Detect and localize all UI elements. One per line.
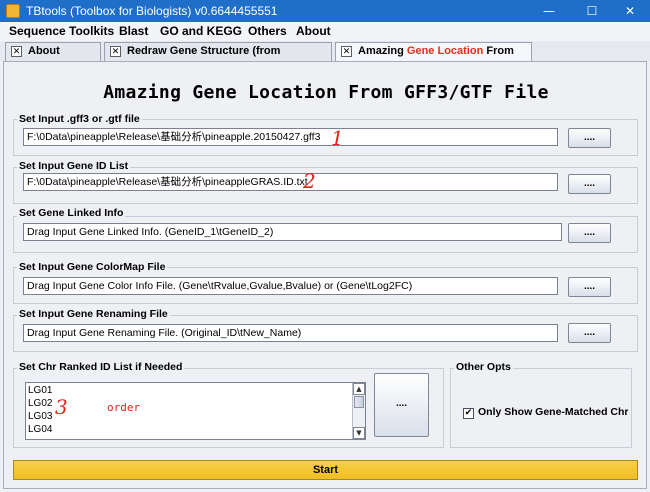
scroll-down-arrow-icon[interactable]: ▼ [353,427,365,439]
title-bar: TBtools (Toolbox for Biologists) v0.6644… [0,0,650,22]
scroll-up-arrow-icon[interactable]: ▲ [353,383,365,395]
renaming-browse-button[interactable]: .... [568,323,611,343]
tab-label-prefix: Amazing [358,45,407,57]
minimize-button[interactable]: — [529,0,569,22]
menu-go-and-kegg[interactable]: GO and KEGG [160,24,242,39]
chr-ranked-browse-button[interactable]: .... [374,373,429,437]
list-item[interactable]: LG03 [28,411,52,423]
list-scrollbar[interactable]: ▲ ▼ [352,383,365,439]
linked-info-field[interactable]: Drag Input Gene Linked Info. (GeneID_1\t… [23,223,562,241]
main-panel: Amazing Gene Location From GFF3/GTF File… [3,61,647,489]
tab-redraw-gene-structure[interactable]: ✕ Redraw Gene Structure (from GTF/GFF3 F… [104,42,332,74]
gene-id-list-label: Set Input Gene ID List [17,160,131,172]
tab-close-icon[interactable]: ✕ [11,46,22,57]
list-item[interactable]: LG01 [28,385,52,397]
other-opts-label: Other Opts [454,361,513,373]
annotation-3: 3 [55,395,68,419]
app-icon [6,4,20,18]
tab-about-tbtools[interactable]: ✕ About TBtools [5,42,101,74]
tab-label-highlight: Gene Location [406,45,484,57]
maximize-button[interactable]: ☐ [572,0,612,22]
gene-id-list-browse-button[interactable]: .... [568,174,611,194]
close-window-button[interactable]: ✕ [610,0,650,22]
menu-bar: Sequence Toolkits Blast GO and KEGG Othe… [0,22,650,41]
menu-sequence-toolkits[interactable]: Sequence Toolkits [9,24,114,39]
gene-id-list-field[interactable]: F:\0Data\pineapple\Release\基础分析\pineappl… [23,173,558,191]
chr-ranked-label: Set Chr Ranked ID List if Needed [17,361,185,373]
page-title: Amazing Gene Location From GFF3/GTF File [103,82,549,103]
linked-info-label: Set Gene Linked Info [17,207,126,219]
only-matched-chr-checkbox[interactable]: ✔ [463,408,474,419]
window-title: TBtools (Toolbox for Biologists) v0.6644… [26,4,278,18]
tab-close-icon[interactable]: ✕ [341,46,352,57]
gff-path-field[interactable]: F:\0Data\pineapple\Release\基础分析\pineappl… [23,128,558,146]
menu-blast[interactable]: Blast [119,24,148,39]
list-item[interactable]: LG04 [28,424,52,436]
renaming-field[interactable]: Drag Input Gene Renaming File. (Original… [23,324,558,342]
start-button[interactable]: Start [13,460,638,480]
tab-strip: ✕ About TBtools ✕ Redraw Gene Structure … [0,41,650,74]
renaming-label: Set Input Gene Renaming File [17,308,170,320]
menu-about[interactable]: About [296,24,331,39]
colormap-label: Set Input Gene ColorMap File [17,261,168,273]
annotation-order: order [107,401,141,414]
linked-info-browse-button[interactable]: .... [568,223,611,243]
annotation-2: 2 [303,169,316,193]
scroll-thumb[interactable] [354,396,364,408]
colormap-browse-button[interactable]: .... [568,277,611,297]
tab-amazing-gene-location[interactable]: ✕ Amazing Gene Location From GTF/GFF [335,42,532,74]
chr-ranked-listbox[interactable]: LG01 LG02 LG03 LG04 ▲ ▼ [25,382,366,440]
gff-browse-button[interactable]: .... [568,128,611,148]
colormap-field[interactable]: Drag Input Gene Color Info File. (Gene\t… [23,277,558,295]
annotation-1: 1 [331,126,344,150]
list-item[interactable]: LG02 [28,398,52,410]
gff-input-label: Set Input .gff3 or .gtf file [17,113,142,125]
menu-others[interactable]: Others [248,24,287,39]
only-matched-chr-label: Only Show Gene-Matched Chr [478,406,629,418]
tab-close-icon[interactable]: ✕ [110,46,121,57]
